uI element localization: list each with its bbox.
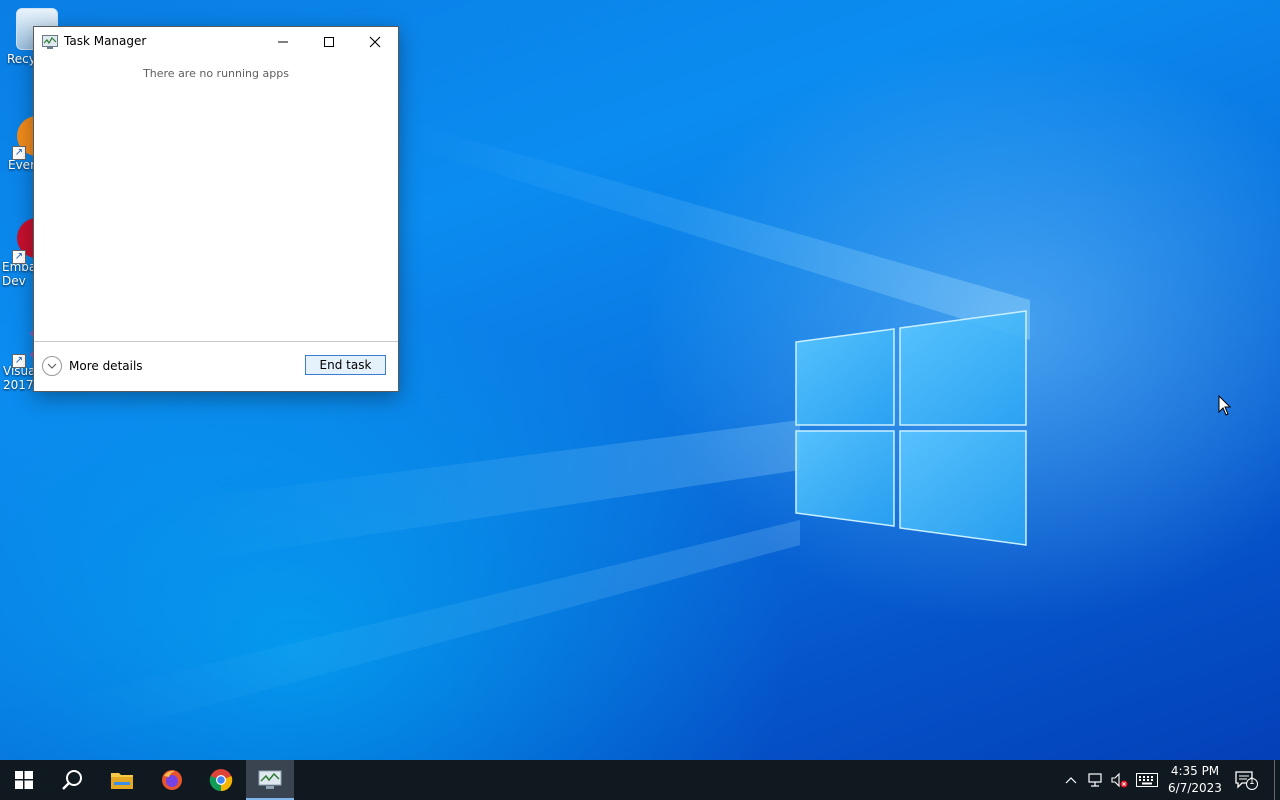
volume-muted-icon xyxy=(1111,772,1128,788)
minimize-button[interactable] xyxy=(260,27,306,57)
minimize-icon xyxy=(278,41,288,43)
taskbar-chrome[interactable] xyxy=(197,760,245,800)
shortcut-arrow-icon: ↗ xyxy=(12,146,26,160)
search-button[interactable] xyxy=(48,760,96,800)
notification-count: 1 xyxy=(1249,777,1255,787)
maximize-icon xyxy=(324,37,334,47)
windows-start-icon xyxy=(15,771,33,789)
more-details-label: More details xyxy=(69,359,143,373)
taskbar-task-manager[interactable] xyxy=(246,760,294,800)
show-hidden-icons-button[interactable] xyxy=(1063,770,1079,790)
firefox-icon xyxy=(162,770,182,790)
taskbar-firefox[interactable] xyxy=(148,760,196,800)
folder-icon xyxy=(111,773,133,789)
action-center-button[interactable]: 1 xyxy=(1234,770,1258,790)
maximize-button[interactable] xyxy=(306,27,352,57)
more-details-toggle[interactable]: More details xyxy=(42,356,143,376)
shortcut-arrow-icon: ↗ xyxy=(12,250,26,264)
chevron-up-icon xyxy=(1065,777,1077,784)
chrome-icon xyxy=(209,769,233,792)
window-title: Task Manager xyxy=(64,34,147,48)
mouse-cursor-icon xyxy=(1218,395,1232,416)
task-manager-window: Task Manager There are no running apps M… xyxy=(33,26,399,392)
network-icon xyxy=(1088,773,1102,787)
title-bar[interactable]: Task Manager xyxy=(34,27,398,57)
shortcut-arrow-icon: ↗ xyxy=(12,354,26,368)
chevron-down-icon xyxy=(42,356,62,376)
window-footer: More details End task xyxy=(34,341,398,392)
end-task-button[interactable]: End task xyxy=(305,355,386,375)
clock-date: 6/7/2023 xyxy=(1168,781,1222,795)
network-tray-button[interactable] xyxy=(1086,770,1104,790)
clock-time: 4:35 PM xyxy=(1170,764,1220,778)
task-manager-app-icon xyxy=(42,35,58,49)
keyboard-icon xyxy=(1136,773,1158,787)
search-icon xyxy=(62,770,82,790)
touch-keyboard-button[interactable] xyxy=(1135,770,1159,790)
taskbar-file-explorer[interactable] xyxy=(98,760,146,800)
taskbar: 4:35 PM 6/7/2023 1 xyxy=(0,760,1280,800)
empty-apps-message: There are no running apps xyxy=(143,67,289,80)
clock[interactable]: 4:35 PM 6/7/2023 xyxy=(1166,763,1224,797)
close-button[interactable] xyxy=(352,27,398,57)
volume-tray-button[interactable] xyxy=(1109,770,1129,790)
start-button[interactable] xyxy=(0,760,48,800)
task-manager-icon xyxy=(258,770,282,789)
close-icon xyxy=(369,36,381,48)
show-desktop-button[interactable] xyxy=(1274,760,1275,800)
